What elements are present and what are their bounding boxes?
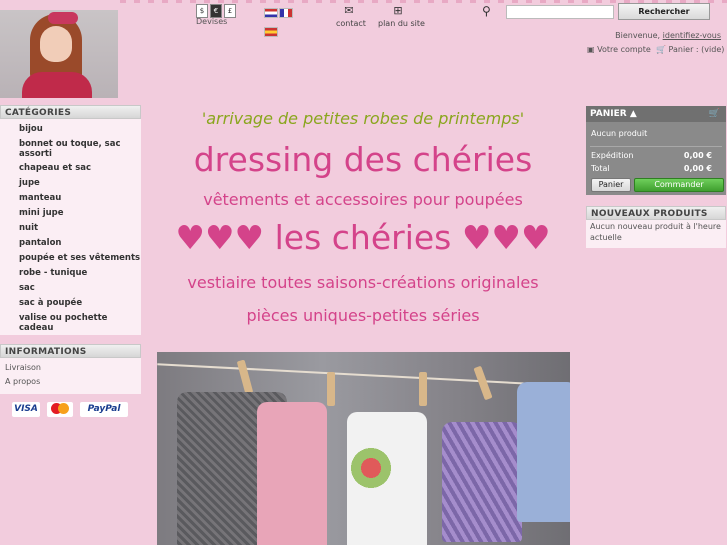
cart-collapse-icon[interactable]: ▲ — [630, 109, 637, 119]
category-bijou[interactable]: bijou — [0, 124, 141, 134]
informations-panel: Livraison A propos — [0, 358, 141, 394]
language-flags[interactable] — [264, 3, 306, 37]
cart-title: PANIER — [590, 109, 627, 119]
new-products-header: NOUVEAUX PRODUITS — [586, 206, 726, 220]
clothes-photo — [157, 352, 570, 545]
header-cart-link[interactable]: 🛒 Panier : (vide) — [656, 45, 724, 54]
flag-fr-icon[interactable] — [279, 8, 293, 18]
order-button[interactable]: Commander — [634, 178, 724, 192]
visa-logo: VISA — [12, 402, 40, 417]
category-bonnet[interactable]: bonnet ou toque, sac assorti — [0, 139, 141, 159]
account-link[interactable]: ▣ Votre compte — [587, 45, 651, 54]
category-poupee[interactable]: poupée et ses vêtements — [0, 253, 141, 263]
currency-euro[interactable]: € — [210, 4, 222, 18]
tagline-pieces: pièces uniques-petites séries — [246, 306, 480, 325]
account-icon: ▣ — [587, 45, 595, 54]
login-link[interactable]: identifiez-vous — [663, 31, 721, 40]
category-robe-tunique[interactable]: robe - tunique — [0, 268, 141, 278]
informations-header: INFORMATIONS — [0, 344, 141, 358]
cart-button[interactable]: Panier — [591, 178, 631, 192]
cart-total-label: Total — [591, 164, 610, 173]
shop-logo-photo[interactable] — [0, 10, 118, 98]
categories-list: bijou bonnet ou toque, sac assorti chape… — [0, 119, 141, 335]
currency-dollar[interactable]: $ — [196, 4, 208, 18]
categories-header: CATÉGORIES — [0, 105, 141, 119]
account-label: Votre compte — [597, 45, 651, 54]
les-cheries-heading: ♥♥♥ les chéries ♥♥♥ — [175, 218, 551, 257]
category-valise[interactable]: valise ou pochette cadeau — [0, 313, 141, 333]
search-icon: ⚲ — [482, 4, 491, 18]
cart-panel: Aucun produit Expédition 0,00 € Total 0,… — [586, 122, 726, 195]
sitemap-icon[interactable]: ⊞ — [391, 4, 405, 17]
search-button[interactable]: Rechercher — [618, 3, 710, 20]
flag-es-icon[interactable] — [264, 27, 278, 37]
cart-shipping-value: 0,00 € — [683, 151, 712, 160]
mastercard-logo — [47, 402, 73, 417]
category-sac-a-poupee[interactable]: sac à poupée — [0, 298, 141, 308]
paypal-logo: PayPal — [80, 402, 128, 417]
cart-header-icon: 🛒 — [708, 109, 720, 119]
shop-subtitle: vêtements et accessoires pour poupées — [203, 190, 523, 209]
tagline-vestiaire: vestiaire toutes saisons-créations origi… — [187, 273, 539, 292]
contact-link[interactable]: contact — [336, 19, 366, 28]
cart-header[interactable]: PANIER ▲ 🛒 — [586, 106, 726, 122]
flag-en-icon[interactable] — [264, 8, 278, 18]
category-sac[interactable]: sac — [0, 283, 141, 293]
currency-pound[interactable]: £ — [224, 4, 236, 18]
welcome-text: Bienvenue, — [615, 31, 661, 40]
tagline-arrivage: 'arrivage de petites robes de printemps' — [201, 109, 525, 128]
search-input[interactable] — [506, 5, 614, 19]
cart-total-value: 0,00 € — [683, 164, 712, 173]
info-livraison-link[interactable]: Livraison — [0, 358, 141, 372]
category-mini-jupe[interactable]: mini jupe — [0, 208, 141, 218]
category-jupe[interactable]: jupe — [0, 178, 141, 188]
shop-title: dressing des chéries — [193, 140, 533, 179]
info-a-propos-link[interactable]: A propos — [0, 372, 141, 386]
category-manteau[interactable]: manteau — [0, 193, 141, 203]
cart-icon: 🛒 — [656, 45, 666, 54]
welcome-message: Bienvenue, identifiez-vous — [615, 31, 721, 40]
category-nuit[interactable]: nuit — [0, 223, 141, 233]
header-cart-label: Panier : (vide) — [668, 45, 725, 54]
sitemap-link[interactable]: plan du site — [378, 19, 425, 28]
devises-label: Devises — [196, 17, 228, 26]
cart-shipping-label: Expédition — [591, 151, 634, 160]
new-products-text: Aucun nouveau produit à l'heure actuelle — [586, 220, 726, 248]
category-pantalon[interactable]: pantalon — [0, 238, 141, 248]
cart-empty-text: Aucun produit — [591, 129, 648, 138]
contact-icon[interactable]: ✉ — [342, 4, 356, 17]
category-chapeau[interactable]: chapeau et sac — [0, 163, 141, 173]
